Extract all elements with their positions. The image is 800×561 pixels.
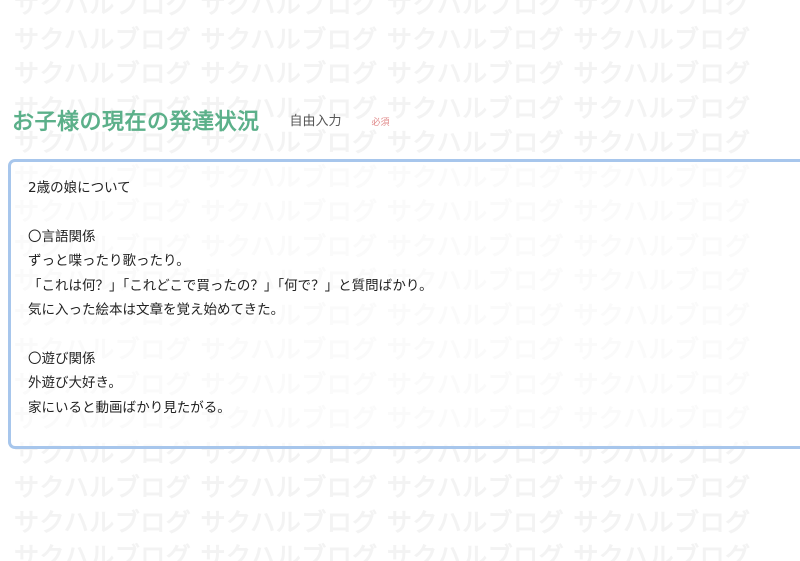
required-badge: 必須 xyxy=(371,118,390,128)
watermark-line: サクハルブログ サクハルブログ サクハルブログ サクハルブログ xyxy=(14,473,751,502)
watermark-line: サクハルブログ サクハルブログ サクハルブログ サクハルブログ xyxy=(14,0,751,19)
textarea-value[interactable]: 2歳の娘について 〇言語関係 ずっと喋ったり歌ったり。 「これは何？」「これどこ… xyxy=(28,176,433,420)
form-page: サクハルブログ サクハルブログ サクハルブログ サクハルブログ サクハルブログ … xyxy=(0,0,800,561)
development-status-textarea[interactable]: 2歳の娘について 〇言語関係 ずっと喋ったり歌ったり。 「これは何？」「これどこ… xyxy=(8,159,800,449)
field-type-label: 自由入力 xyxy=(289,114,342,129)
field-title: お子様の現在の発達状況 xyxy=(12,110,260,135)
field-header: お子様の現在の発達状況 自由入力 必須 xyxy=(12,104,390,136)
watermark-line: サクハルブログ サクハルブログ サクハルブログ サクハルブログ xyxy=(14,59,751,88)
watermark-line: サクハルブログ サクハルブログ サクハルブログ サクハルブログ xyxy=(14,507,751,537)
watermark-line: サクハルブログ サクハルブログ サクハルブログ サクハルブログ xyxy=(14,542,751,561)
watermark-line: サクハルブログ サクハルブログ サクハルブログ サクハルブログ xyxy=(14,24,751,54)
